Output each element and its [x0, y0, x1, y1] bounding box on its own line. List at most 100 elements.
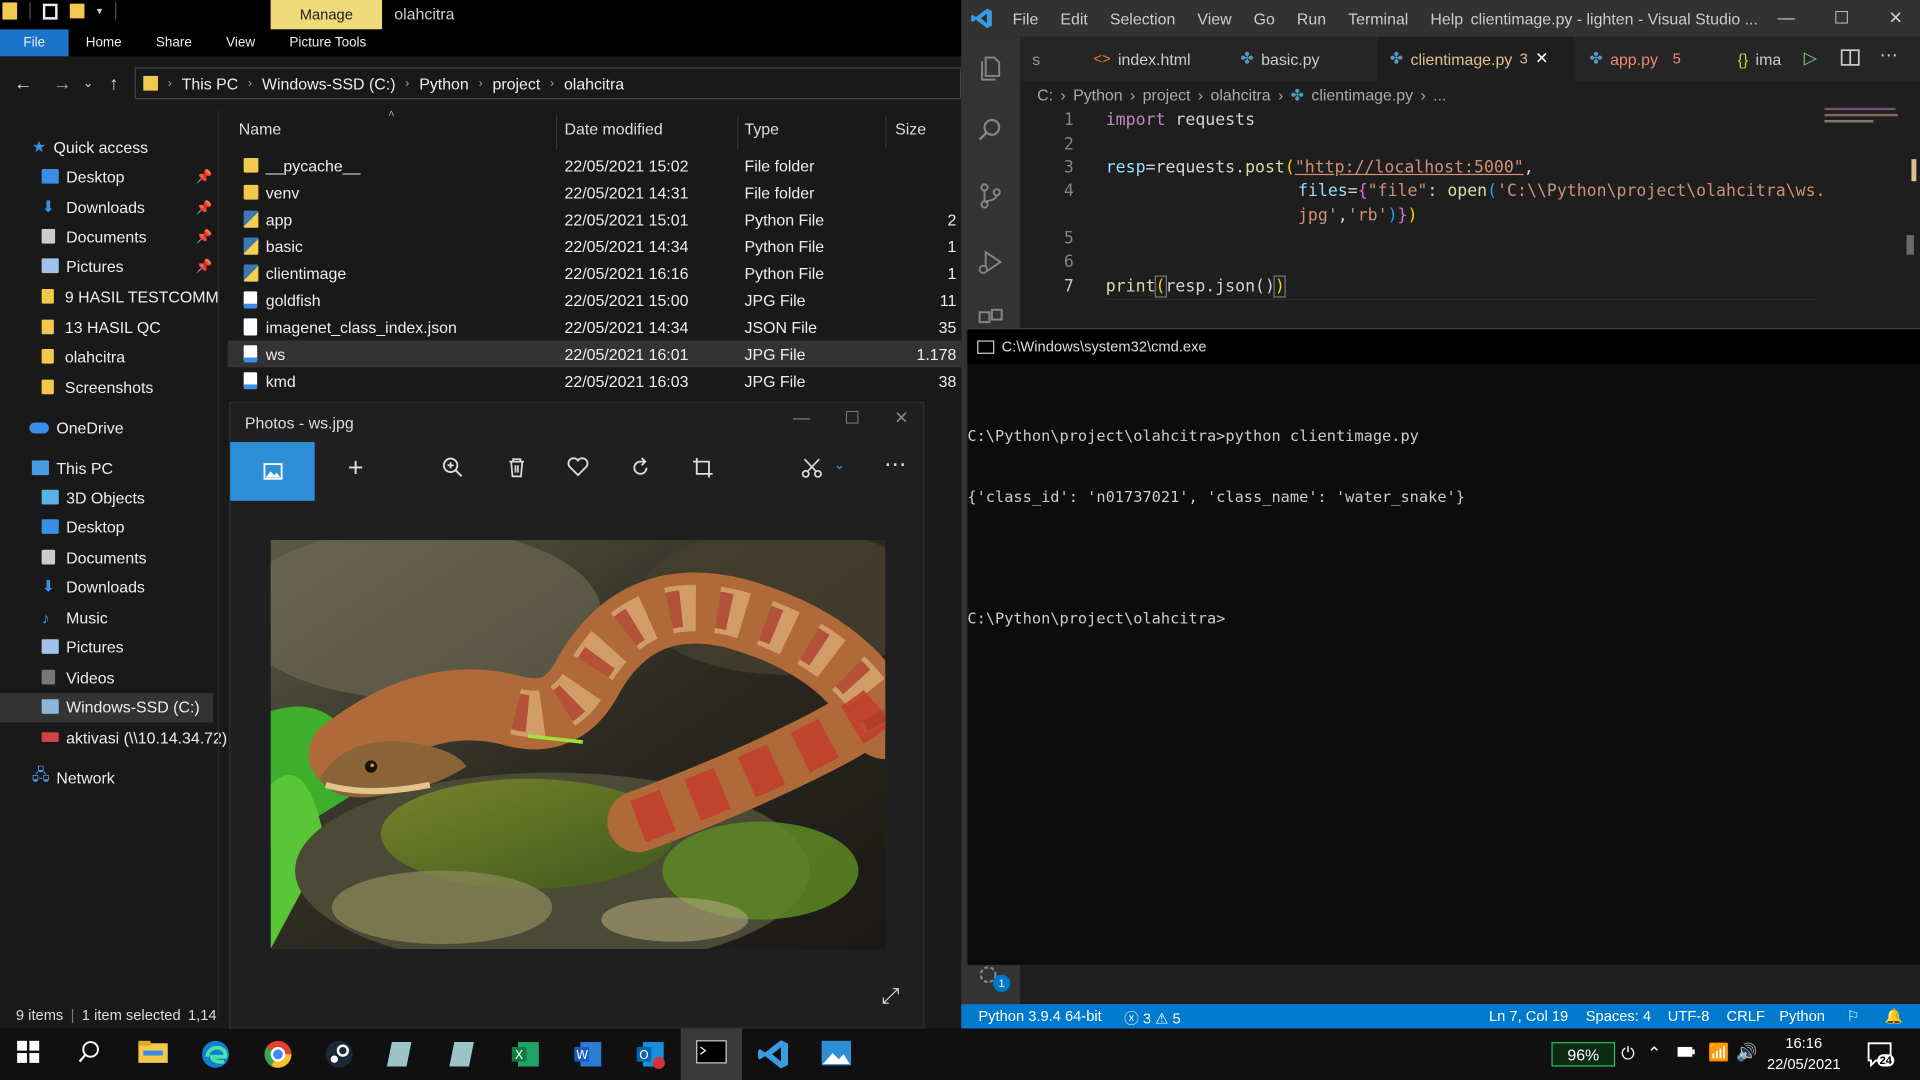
- app-shortcut-icon[interactable]: [384, 1038, 416, 1070]
- nav-this-pc[interactable]: This PC: [31, 453, 113, 482]
- crop-icon[interactable]: [692, 457, 714, 479]
- nav-item-desktop[interactable]: Desktop 📌: [41, 162, 213, 191]
- pin-icon[interactable]: 📌: [196, 228, 213, 245]
- column-divider[interactable]: [885, 115, 887, 150]
- nav-item-pc-documents[interactable]: Documents: [41, 542, 147, 571]
- nav-item-pc-downloads[interactable]: ⬇ Downloads: [42, 572, 145, 601]
- manage-contextual-tab[interactable]: Manage: [270, 0, 383, 30]
- recent-locations-chevron-icon[interactable]: ⌄: [78, 67, 98, 99]
- nav-item-olahcitra[interactable]: olahcitra: [41, 342, 125, 371]
- app-shortcut-icon[interactable]: [447, 1038, 479, 1070]
- power-plug-icon[interactable]: ⏻: [1621, 1043, 1635, 1064]
- properties-icon[interactable]: [42, 3, 58, 19]
- battery-icon[interactable]: [1676, 1044, 1696, 1059]
- nav-item-music[interactable]: ♪ Music: [42, 602, 108, 631]
- action-center-icon[interactable]: 24: [1866, 1041, 1895, 1068]
- python-interpreter[interactable]: Python 3.9.4 64-bit: [978, 1008, 1101, 1025]
- file-row[interactable]: clientimage 22/05/2021 16:16 Python File…: [228, 260, 963, 287]
- forward-arrow-icon[interactable]: →: [47, 67, 79, 99]
- tab-basic-py[interactable]: ✤ basic.py: [1228, 37, 1332, 81]
- tab-home[interactable]: Home: [69, 29, 139, 56]
- menu-file[interactable]: File: [1013, 10, 1039, 28]
- nav-onedrive[interactable]: OneDrive: [29, 413, 124, 442]
- minimize-icon[interactable]: —: [1778, 7, 1795, 28]
- pin-icon[interactable]: 📌: [196, 199, 213, 215]
- maximize-icon[interactable]: ☐: [1834, 7, 1849, 28]
- menu-help[interactable]: Help: [1430, 10, 1463, 28]
- back-arrow-icon[interactable]: ←: [7, 67, 39, 99]
- volume-icon[interactable]: 🔊: [1736, 1042, 1757, 1063]
- wifi-icon[interactable]: 📶: [1708, 1042, 1729, 1063]
- new-folder-icon[interactable]: [69, 3, 85, 19]
- tab-file[interactable]: File: [0, 29, 69, 57]
- folder-icon[interactable]: [2, 2, 18, 20]
- chevron-up-icon[interactable]: ⌃: [1647, 1043, 1661, 1064]
- nav-item-downloads[interactable]: ⬇ Downloads 📌: [42, 192, 213, 221]
- nav-item-windows-ssd[interactable]: Windows-SSD (C:): [41, 692, 200, 721]
- breadcrumb-olahcitra[interactable]: olahcitra: [1210, 86, 1270, 106]
- edit-scissors-icon[interactable]: [801, 457, 823, 479]
- source-control-icon[interactable]: [976, 181, 1005, 210]
- tab-ima[interactable]: {} ima: [1725, 37, 1796, 81]
- tab-share[interactable]: Share: [139, 29, 209, 56]
- breadcrumb-drive[interactable]: C:: [1037, 86, 1053, 106]
- vscode-taskbar-icon[interactable]: [757, 1038, 790, 1070]
- problems-indicator[interactable]: ⓧ 3 ⚠ 5: [1124, 1008, 1181, 1029]
- address-bar[interactable]: › This PC › Windows-SSD (C:) › Python › …: [134, 67, 962, 100]
- favorite-heart-icon[interactable]: [567, 457, 589, 477]
- breadcrumb-project[interactable]: project: [1143, 86, 1191, 106]
- excel-icon[interactable]: X: [509, 1038, 541, 1070]
- menu-view[interactable]: View: [1197, 10, 1231, 28]
- file-row[interactable]: goldfish 22/05/2021 15:00 JPG File 11: [228, 287, 963, 314]
- nav-item-pc-desktop[interactable]: Desktop: [41, 512, 125, 541]
- windows-start-icon[interactable]: [15, 1038, 47, 1070]
- code-editor[interactable]: 1 2 3 4 5 6 7 import requests resp=reque…: [1020, 105, 1920, 325]
- cmd-output[interactable]: C:\Python\project\olahcitra>python clien…: [967, 386, 1465, 669]
- file-row[interactable]: __pycache__ 22/05/2021 15:02 File folder: [228, 152, 963, 179]
- close-icon[interactable]: ✕: [1889, 7, 1903, 28]
- add-icon[interactable]: +: [348, 452, 364, 484]
- nav-item-pc-pictures[interactable]: Pictures: [41, 632, 124, 661]
- tab-clientimage-py[interactable]: ✤ clientimage.py 3 ✕: [1377, 36, 1574, 81]
- pin-icon[interactable]: 📌: [196, 168, 213, 185]
- column-type[interactable]: Type: [744, 120, 779, 138]
- column-divider[interactable]: [555, 115, 558, 150]
- feedback-icon[interactable]: ⚐: [1847, 1008, 1860, 1025]
- tab-app-py[interactable]: ✤ app.py 5: [1577, 37, 1693, 81]
- tab-index-html[interactable]: <> index.html: [1081, 37, 1203, 81]
- photos-taskbar-icon[interactable]: [820, 1038, 852, 1070]
- up-arrow-icon[interactable]: ↑: [98, 67, 130, 99]
- column-size[interactable]: Size: [895, 120, 926, 138]
- pin-icon[interactable]: 📌: [196, 258, 213, 274]
- breadcrumb-python[interactable]: Python: [1073, 86, 1123, 106]
- zoom-in-icon[interactable]: [442, 457, 464, 479]
- file-encoding[interactable]: UTF-8: [1668, 1008, 1710, 1025]
- file-explorer-taskbar-icon[interactable]: [137, 1038, 169, 1070]
- breadcrumb-project[interactable]: project: [492, 74, 540, 92]
- code-token[interactable]: "http://localhost:5000": [1295, 158, 1524, 178]
- column-date-modified[interactable]: Date modified: [564, 120, 662, 138]
- close-icon[interactable]: ✕: [894, 408, 908, 429]
- indentation[interactable]: Spaces: 4: [1586, 1008, 1651, 1025]
- run-play-icon[interactable]: ▷: [1804, 48, 1817, 69]
- fullscreen-expand-icon[interactable]: ⤢: [882, 983, 900, 1009]
- column-name[interactable]: Name: [239, 120, 281, 138]
- command-prompt-icon[interactable]: [696, 1038, 728, 1070]
- pane-splitter[interactable]: [217, 110, 220, 1017]
- minimize-icon[interactable]: —: [793, 408, 810, 429]
- nav-item-documents[interactable]: Documents 📌: [41, 222, 213, 251]
- explorer-files-icon[interactable]: [976, 54, 1005, 83]
- more-actions-ellipsis-icon[interactable]: ⋯: [1880, 44, 1898, 66]
- file-row[interactable]: kmd 22/05/2021 16:03 JPG File 38: [228, 367, 963, 394]
- edit-dropdown-chevron-icon[interactable]: ⌄: [834, 457, 845, 473]
- nav-quick-access[interactable]: ★ Quick access: [32, 132, 148, 161]
- nav-item-screenshots[interactable]: Screenshots: [41, 372, 154, 401]
- breadcrumb-python[interactable]: Python: [419, 74, 469, 92]
- nav-item-hasil-qc[interactable]: 13 HASIL QC: [41, 312, 161, 341]
- battery-indicator[interactable]: 96%: [1551, 1042, 1616, 1067]
- column-divider[interactable]: [737, 115, 739, 150]
- outlook-icon[interactable]: O: [634, 1038, 666, 1070]
- clock[interactable]: 16:16 22/05/2021: [1767, 1033, 1841, 1075]
- breadcrumb-drive[interactable]: Windows-SSD (C:): [262, 74, 396, 92]
- file-row[interactable]: app 22/05/2021 15:01 Python File 2: [228, 206, 963, 233]
